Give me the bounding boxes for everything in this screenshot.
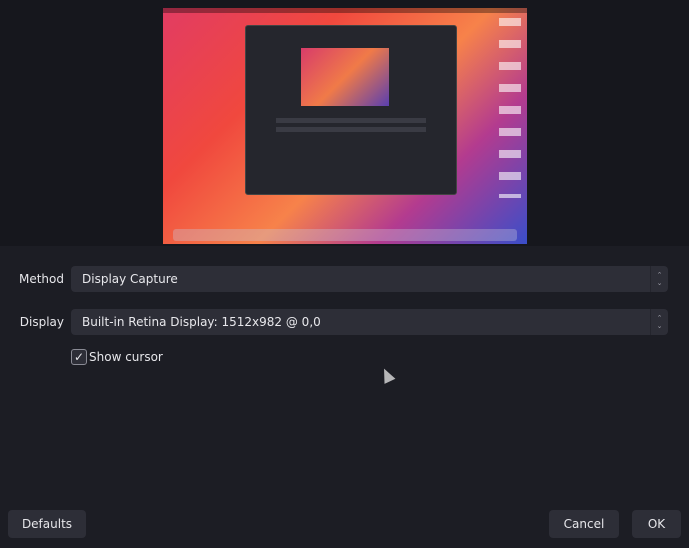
checkmark-icon: ✓ xyxy=(73,350,85,364)
method-select[interactable]: Display Capture ⌃ ⌄ xyxy=(71,266,668,292)
cancel-button[interactable]: Cancel xyxy=(549,510,619,538)
preview-row xyxy=(276,127,426,132)
method-label: Method xyxy=(18,272,64,286)
chevron-updown-icon: ⌃ ⌄ xyxy=(650,266,668,292)
preview-nested-preview xyxy=(301,48,389,106)
display-label: Display xyxy=(19,315,64,329)
preview-dock xyxy=(173,229,517,241)
mouse-cursor-icon xyxy=(378,366,396,384)
preview-desktop-icons xyxy=(499,18,521,198)
defaults-button[interactable]: Defaults xyxy=(8,510,86,538)
preview-area xyxy=(0,0,689,246)
ok-button[interactable]: OK xyxy=(632,510,681,538)
show-cursor-label[interactable]: Show cursor xyxy=(89,350,163,364)
display-select[interactable]: Built-in Retina Display: 1512x982 @ 0,0 … xyxy=(71,309,668,335)
method-value: Display Capture xyxy=(82,272,178,286)
preview-row xyxy=(276,118,426,123)
display-capture-preview xyxy=(163,8,527,244)
display-value: Built-in Retina Display: 1512x982 @ 0,0 xyxy=(82,315,321,329)
show-cursor-checkbox[interactable]: ✓ xyxy=(71,349,87,365)
chevron-updown-icon: ⌃ ⌄ xyxy=(650,309,668,335)
preview-menubar xyxy=(163,8,527,13)
preview-window xyxy=(245,25,457,195)
